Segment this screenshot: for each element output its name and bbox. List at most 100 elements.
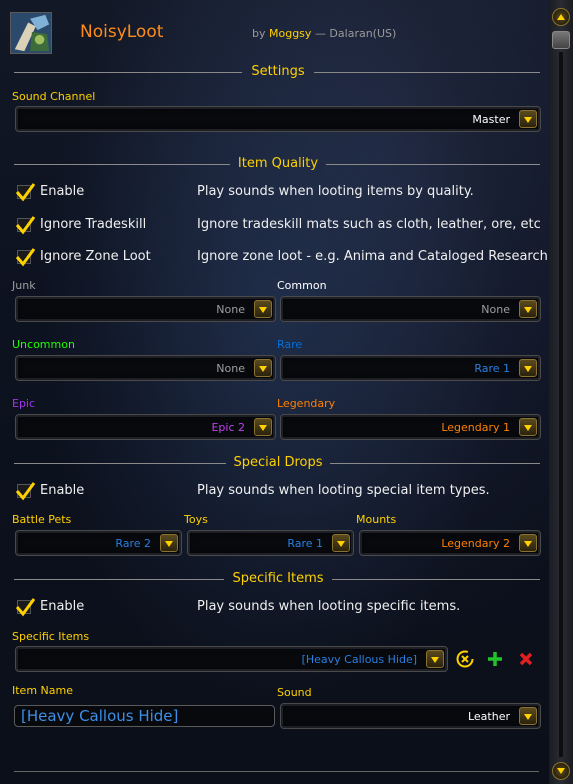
dropdown-value: Epic 2 — [211, 421, 245, 434]
section-divider — [14, 164, 230, 165]
common-sound-dropdown[interactable]: None — [280, 296, 541, 322]
chevron-down-icon[interactable] — [519, 418, 537, 436]
scroll-track[interactable] — [559, 52, 563, 757]
scrollbar[interactable] — [549, 0, 573, 784]
dropdown-value: None — [216, 303, 245, 316]
addon-options-panel: NoisyLoot by Moggsy — Dalaran(US) Settin… — [0, 0, 549, 784]
sound-channel-dropdown[interactable]: Master — [15, 106, 541, 132]
toys-sound-dropdown[interactable]: Rare 1 — [187, 530, 354, 556]
chevron-down-icon[interactable] — [254, 359, 272, 377]
author-byline: by Moggsy — Dalaran(US) — [252, 27, 396, 40]
chevron-down-icon[interactable] — [332, 534, 350, 552]
dropdown-value: Rare 1 — [474, 362, 510, 375]
checkmark-icon — [15, 482, 36, 501]
rare-sound-dropdown[interactable]: Rare 1 — [280, 355, 541, 381]
section-divider — [330, 463, 540, 464]
author-name: Moggsy — [269, 27, 312, 40]
dropdown-value: None — [481, 303, 510, 316]
chevron-down-icon[interactable] — [519, 300, 537, 318]
section-title-settings: Settings — [251, 64, 305, 79]
specific-items-enable-label: Enable — [40, 599, 85, 614]
dropdown-value: Rare 1 — [287, 537, 323, 550]
ignore-tradeskill-label: Ignore Tradeskill — [40, 217, 147, 232]
chevron-down-icon[interactable] — [519, 534, 537, 552]
ignore-tradeskill-checkbox[interactable] — [14, 214, 36, 235]
clear-icon[interactable] — [455, 649, 475, 669]
checkmark-icon — [15, 248, 36, 267]
chevron-down-icon[interactable] — [160, 534, 178, 552]
item-quality-enable-desc: Play sounds when looting items by qualit… — [197, 184, 474, 199]
section-divider — [14, 579, 224, 580]
junk-sound-dropdown[interactable]: None — [15, 296, 276, 322]
ignore-zone-loot-label: Ignore Zone Loot — [40, 249, 151, 264]
dropdown-value: Legendary 1 — [441, 421, 510, 434]
special-drops-enable-desc: Play sounds when looting special item ty… — [197, 483, 490, 498]
chevron-down-icon[interactable] — [519, 707, 537, 725]
specific-items-dropdown[interactable]: [Heavy Callous Hide] — [15, 646, 448, 672]
item-name-input[interactable] — [14, 705, 275, 727]
dropdown-value: [Heavy Callous Hide] — [301, 653, 417, 666]
checkmark-icon — [15, 183, 36, 202]
special-drops-enable-checkbox[interactable] — [14, 480, 36, 501]
scroll-down-button[interactable] — [552, 762, 570, 780]
dropdown-value: Leather — [467, 710, 510, 723]
section-divider — [14, 72, 242, 73]
section-divider — [14, 463, 226, 464]
chevron-down-icon[interactable] — [254, 418, 272, 436]
sound-label: Sound — [277, 686, 312, 699]
legendary-sound-dropdown[interactable]: Legendary 1 — [280, 414, 541, 440]
toys-label: Toys — [184, 513, 208, 526]
epic-label: Epic — [12, 397, 36, 410]
battle-pets-label: Battle Pets — [12, 513, 72, 526]
author-realm: — Dalaran(US) — [314, 27, 397, 40]
ignore-tradeskill-desc: Ignore tradeskill mats such as cloth, le… — [197, 217, 541, 232]
ignore-zone-loot-desc: Ignore zone loot - e.g. Anima and Catalo… — [197, 249, 548, 264]
specific-items-list-label: Specific Items — [12, 630, 90, 643]
section-divider — [314, 72, 540, 73]
scroll-thumb[interactable] — [552, 31, 570, 49]
specific-items-enable-checkbox[interactable] — [14, 596, 36, 617]
byline-by: by — [252, 27, 266, 40]
uncommon-sound-dropdown[interactable]: None — [15, 355, 276, 381]
uncommon-label: Uncommon — [12, 338, 75, 351]
chevron-down-icon[interactable] — [519, 359, 537, 377]
mounts-label: Mounts — [356, 513, 397, 526]
section-title-special-drops: Special Drops — [233, 455, 323, 470]
section-divider — [332, 579, 540, 580]
section-title-item-quality: Item Quality — [237, 156, 319, 171]
battle-pets-sound-dropdown[interactable]: Rare 2 — [15, 530, 182, 556]
specific-items-enable-desc: Play sounds when looting specific items. — [197, 599, 461, 614]
close-icon[interactable] — [516, 649, 536, 669]
addon-portrait-icon — [10, 12, 52, 54]
common-label: Common — [277, 279, 327, 292]
chevron-down-icon[interactable] — [254, 300, 272, 318]
specific-item-sound-dropdown[interactable]: Leather — [280, 703, 541, 729]
checkmark-icon — [15, 598, 36, 617]
junk-label: Junk — [12, 279, 36, 292]
item-quality-enable-label: Enable — [40, 184, 85, 199]
addon-title: NoisyLoot — [80, 22, 164, 42]
scroll-up-button[interactable] — [552, 8, 570, 26]
section-divider — [326, 164, 540, 165]
plus-icon[interactable] — [485, 649, 505, 669]
dropdown-value: Rare 2 — [115, 537, 151, 550]
chevron-down-icon[interactable] — [426, 650, 444, 668]
dropdown-value: None — [216, 362, 245, 375]
section-title-specific-items: Specific Items — [232, 571, 324, 586]
epic-sound-dropdown[interactable]: Epic 2 — [15, 414, 276, 440]
dropdown-value: Legendary 2 — [441, 537, 510, 550]
item-quality-enable-checkbox[interactable] — [14, 181, 36, 202]
sound-channel-label: Sound Channel — [12, 90, 96, 103]
ignore-zone-loot-checkbox[interactable] — [14, 246, 36, 267]
legendary-label: Legendary — [277, 397, 336, 410]
dropdown-value: Master — [472, 113, 510, 126]
rare-label: Rare — [277, 338, 303, 351]
chevron-down-icon[interactable] — [519, 110, 537, 128]
mounts-sound-dropdown[interactable]: Legendary 2 — [359, 530, 541, 556]
chevron-up-icon — [557, 14, 565, 20]
chevron-down-icon — [557, 768, 565, 774]
checkmark-icon — [15, 216, 36, 235]
item-name-label: Item Name — [12, 684, 73, 697]
section-divider — [14, 771, 539, 772]
special-drops-enable-label: Enable — [40, 483, 85, 498]
